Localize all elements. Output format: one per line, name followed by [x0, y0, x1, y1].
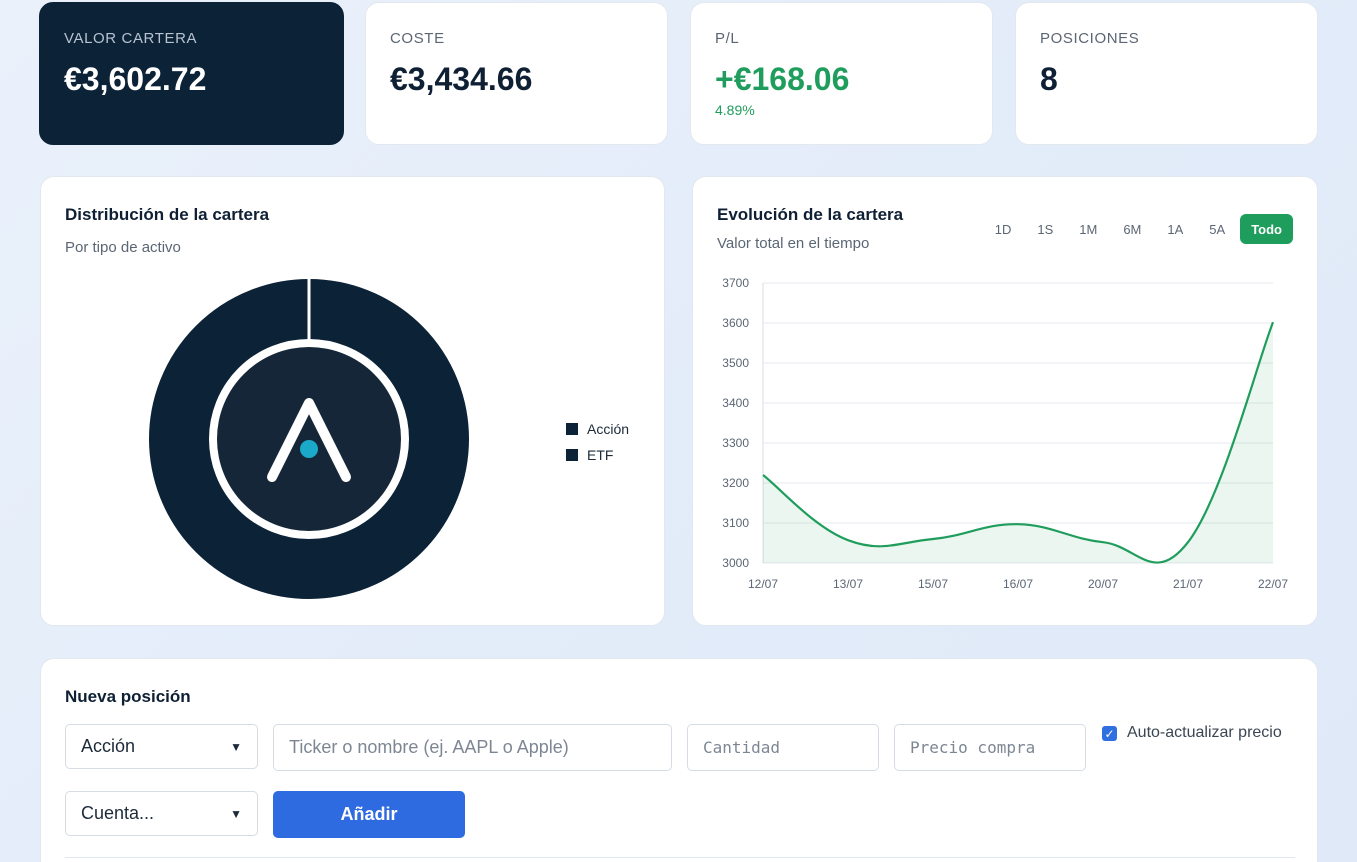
logo-dot — [300, 440, 318, 458]
stat-percent: 4.89% — [715, 102, 755, 118]
account-select[interactable]: Cuenta... ▼ — [65, 791, 258, 836]
y-tick-label: 3400 — [722, 396, 749, 410]
y-tick-label: 3300 — [722, 436, 749, 450]
stat-label: POSICIONES — [1040, 30, 1140, 47]
evolution-line-chart: 3000 3100 3200 3300 3400 3500 3600 3700 12/07 13/… — [722, 276, 1288, 591]
legend-item-accion[interactable]: Acción — [566, 416, 629, 442]
stat-value: €3,434.66 — [390, 61, 533, 97]
stat-value: €3,602.72 — [64, 61, 207, 97]
form-title: Nueva posición — [65, 687, 191, 706]
stat-value: 8 — [1040, 61, 1058, 97]
y-tick-label: 3700 — [722, 276, 749, 290]
stat-label: COSTE — [390, 30, 445, 47]
x-tick-label: 13/07 — [833, 577, 863, 591]
stat-card-pl: P/L +€168.06 4.89% — [690, 2, 993, 145]
data-point[interactable] — [1270, 319, 1276, 325]
x-tick-label: 20/07 — [1088, 577, 1118, 591]
data-point[interactable] — [930, 536, 936, 542]
form-divider — [65, 857, 1295, 858]
legend-label: ETF — [587, 447, 614, 463]
asset-type-value: Acción — [81, 736, 136, 756]
auto-update-label: Auto-actualizar precio — [1127, 724, 1282, 741]
price-input[interactable]: Precio compra — [894, 724, 1086, 771]
stat-label: VALOR CARTERA — [64, 30, 198, 47]
y-tick-label: 3200 — [722, 476, 749, 490]
logo-disc — [217, 347, 401, 531]
y-tick-label: 3500 — [722, 356, 749, 370]
data-point[interactable] — [845, 537, 851, 543]
account-value: Cuenta... — [81, 803, 155, 823]
asset-type-select[interactable]: Acción ▼ — [65, 724, 258, 769]
new-position-panel: Nueva posición Acción ▼ Ticker o nombre … — [40, 658, 1318, 862]
chevron-down-icon: ▼ — [230, 739, 242, 754]
legend-label: Acción — [587, 421, 630, 437]
legend-item-etf[interactable]: ETF — [566, 442, 629, 468]
x-tick-label: 22/07 — [1258, 577, 1288, 591]
donut-chart — [149, 277, 469, 599]
quantity-placeholder: Cantidad — [703, 738, 781, 757]
legend-swatch — [566, 449, 578, 461]
chevron-down-icon: ▼ — [230, 806, 242, 821]
stat-card-portfolio-value: VALOR CARTERA €3,602.72 — [39, 2, 344, 145]
legend-swatch — [566, 423, 578, 435]
data-point[interactable] — [760, 472, 766, 478]
price-placeholder: Precio compra — [910, 738, 1036, 757]
data-point[interactable] — [1100, 539, 1106, 545]
stat-label: P/L — [715, 30, 740, 47]
x-tick-label: 16/07 — [1003, 577, 1033, 591]
data-point[interactable] — [1185, 539, 1191, 545]
y-tick-label: 3600 — [722, 316, 749, 330]
stat-value: +€168.06 — [715, 61, 850, 97]
distribution-subtitle: Por tipo de activo — [65, 239, 181, 256]
distribution-legend: Acción ETF — [566, 416, 629, 468]
ticker-placeholder: Ticker o nombre (ej. AAPL o Apple) — [289, 737, 569, 757]
ticker-input[interactable]: Ticker o nombre (ej. AAPL o Apple) — [273, 724, 672, 771]
distribution-panel: Distribución de la cartera Por tipo de a… — [40, 176, 665, 626]
data-point[interactable] — [1015, 521, 1021, 527]
x-tick-label: 12/07 — [748, 577, 778, 591]
x-tick-label: 21/07 — [1173, 577, 1203, 591]
y-tick-label: 3000 — [722, 556, 749, 570]
stat-card-positions: POSICIONES 8 — [1015, 2, 1318, 145]
y-tick-label: 3100 — [722, 516, 749, 530]
distribution-title: Distribución de la cartera — [65, 205, 270, 224]
add-position-button[interactable]: Añadir — [273, 791, 465, 838]
stat-card-cost: COSTE €3,434.66 — [365, 2, 668, 145]
x-tick-label: 15/07 — [918, 577, 948, 591]
quantity-input[interactable]: Cantidad — [687, 724, 879, 771]
auto-update-checkbox[interactable]: ✓ — [1102, 726, 1117, 741]
evolution-panel: Evolución de la cartera Valor total en e… — [692, 176, 1318, 626]
